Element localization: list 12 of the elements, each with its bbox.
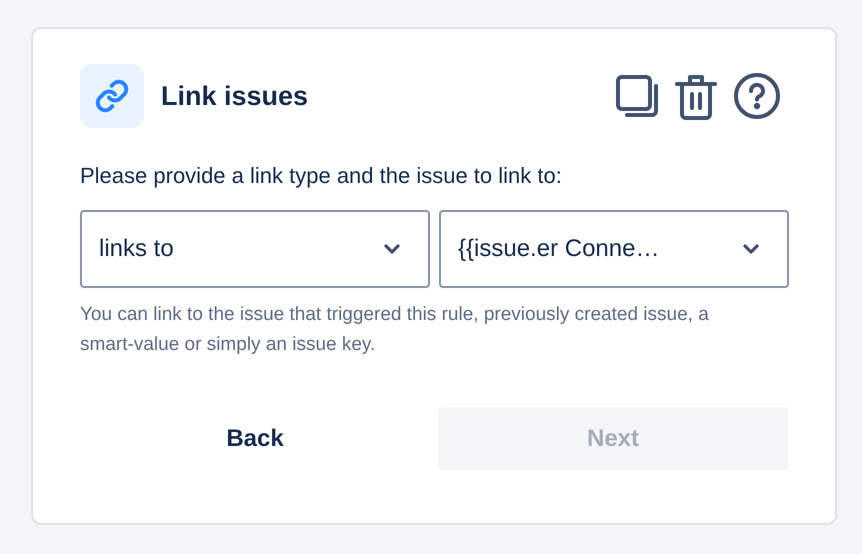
chevron-down-icon bbox=[384, 244, 400, 254]
link-tile-icon bbox=[80, 64, 144, 128]
prompt-text: Please provide a link type and the issue to link to: bbox=[80, 162, 563, 190]
select-field[interactable]: {{issue.er Conne… bbox=[439, 210, 789, 288]
trash-icon[interactable] bbox=[675, 72, 717, 120]
helper-text: You can link to the issue that triggered this rule, previously created issue, a smart-value or simply an issue key. bbox=[80, 303, 710, 357]
duplicate-icon[interactable] bbox=[615, 74, 659, 118]
help-icon[interactable] bbox=[733, 72, 781, 120]
chevron-down-icon bbox=[743, 244, 759, 254]
button[interactable]: Back bbox=[80, 407, 430, 470]
dialog-title: Link issues bbox=[161, 80, 308, 113]
select-field[interactable]: links to bbox=[80, 210, 430, 288]
